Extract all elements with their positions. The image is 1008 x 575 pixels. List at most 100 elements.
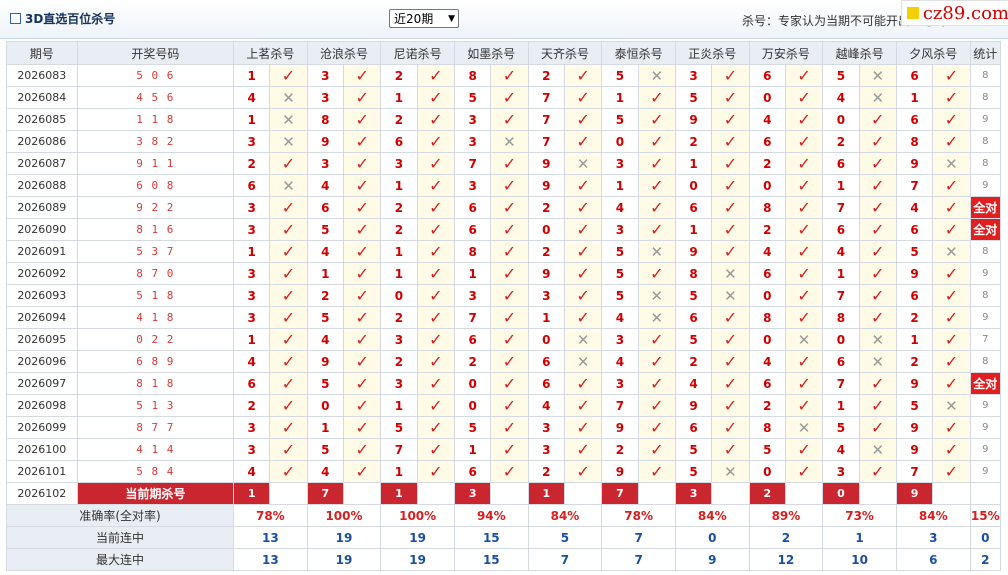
title-square-icon xyxy=(10,13,21,24)
result-cell: ✓ xyxy=(784,86,824,109)
check-icon: ✓ xyxy=(281,286,296,305)
col-header-expert: 如墨杀号 xyxy=(453,41,529,65)
kill-number-cell: 3 xyxy=(527,438,565,461)
kill-number-cell: 5 xyxy=(306,438,344,461)
check-icon: ✓ xyxy=(281,418,296,437)
check-icon: ✓ xyxy=(502,220,517,239)
result-cell: ✕ xyxy=(490,130,529,153)
result-cell: ✓ xyxy=(637,438,676,461)
col-header-expert: 越峰杀号 xyxy=(822,41,897,65)
check-icon: ✓ xyxy=(502,88,517,107)
check-icon: ✓ xyxy=(797,132,811,151)
result-cell: ✓ xyxy=(490,284,529,307)
result-cell: ✕ xyxy=(563,328,603,351)
table-row: 2026093 5 1 8 3 ✓ 2 ✓ 0 ✓ 3 ✓ 3 ✓ 5 ✕ 5 ✕ 0 ✓ 7 ✓ 6 ✓ 8 xyxy=(6,284,1002,307)
check-icon: ✓ xyxy=(355,66,369,85)
check-icon: ✓ xyxy=(281,308,296,327)
kill-number-cell: 2 xyxy=(527,64,565,87)
check-icon: ✓ xyxy=(723,154,738,173)
check-icon: ✓ xyxy=(797,462,811,481)
period-cell: 2026098 xyxy=(6,394,78,417)
check-icon: ✓ xyxy=(576,132,590,151)
result-cell: ✓ xyxy=(858,218,897,241)
result-cell: ✓ xyxy=(637,174,676,197)
check-icon: ✓ xyxy=(871,462,885,481)
kill-number-cell: 2 xyxy=(233,152,271,175)
check-icon: ✓ xyxy=(355,352,369,371)
kill-number-cell: 8 xyxy=(453,64,492,87)
kill-number-cell: 0 xyxy=(748,460,786,483)
kill-number-cell: 4 xyxy=(822,240,860,263)
current-kill-number: 2 xyxy=(748,482,786,505)
result-cell: ✓ xyxy=(342,372,382,395)
draw-number-cell: 5 3 7 xyxy=(76,240,235,263)
result-cell: ✓ xyxy=(637,262,676,285)
result-cell: ✓ xyxy=(711,108,750,131)
draw-number-cell: 1 1 8 xyxy=(76,108,235,131)
check-icon: ✓ xyxy=(576,396,590,415)
accuracy-row-value: 89% xyxy=(748,504,824,527)
site-logo[interactable]: cz89.com xyxy=(901,0,1008,26)
result-cell: ✓ xyxy=(784,306,824,329)
current-kill-number: 1 xyxy=(527,482,565,505)
check-icon: ✓ xyxy=(429,242,443,261)
check-icon: ✓ xyxy=(429,154,443,173)
cross-icon: ✕ xyxy=(724,463,737,481)
kill-number-cell: 9 xyxy=(674,394,713,417)
check-icon: ✓ xyxy=(871,110,885,129)
period-range-select[interactable]: 近20期 ▼ xyxy=(389,9,459,28)
cross-icon: ✕ xyxy=(576,155,590,173)
result-cell: ✓ xyxy=(269,262,308,285)
table-row: 2026100 4 1 4 3 ✓ 5 ✓ 7 ✓ 1 ✓ 3 ✓ 2 ✓ 5 ✓ 5 ✓ 4 ✕ 9 ✓ 9 xyxy=(6,438,1002,461)
result-cell: ✓ xyxy=(932,218,971,241)
kill-number-cell: 4 xyxy=(233,350,271,373)
kill-number-cell: 1 xyxy=(822,174,860,197)
result-cell: ✓ xyxy=(416,328,455,351)
kill-number-cell: 6 xyxy=(233,174,271,197)
kill-number-cell: 0 xyxy=(674,174,713,197)
kill-number-cell: 4 xyxy=(822,438,860,461)
current-streak-row-value: 19 xyxy=(306,526,382,549)
check-icon: ✓ xyxy=(871,154,885,173)
result-cell: ✕ xyxy=(858,438,897,461)
table-row: 2026090 8 1 6 3 ✓ 5 ✓ 2 ✓ 6 ✓ 0 ✓ 3 ✓ 1 ✓ 2 ✓ 6 ✓ 6 ✓ 全对 xyxy=(6,218,1002,241)
kill-number-cell: 0 xyxy=(453,394,492,417)
result-cell: ✓ xyxy=(563,438,603,461)
period-cell: 2026096 xyxy=(6,350,78,373)
check-icon: ✓ xyxy=(944,132,959,151)
kill-number-cell: 4 xyxy=(895,196,934,219)
cross-icon: ✕ xyxy=(724,287,737,305)
col-header-expert: 沧浪杀号 xyxy=(306,41,382,65)
kill-number-cell: 1 xyxy=(306,262,344,285)
max-streak-row-value: 13 xyxy=(233,548,308,571)
kill-number-cell: 6 xyxy=(822,350,860,373)
kill-number-cell: 1 xyxy=(674,152,713,175)
period-range-value: 近20期 xyxy=(394,12,434,26)
result-cell: ✕ xyxy=(637,240,676,263)
kill-number-cell: 2 xyxy=(380,196,418,219)
kill-number-cell: 3 xyxy=(380,152,418,175)
col-header-expert: 夕风杀号 xyxy=(895,41,971,65)
result-cell: ✓ xyxy=(563,240,603,263)
result-cell: ✕ xyxy=(932,240,971,263)
accuracy-row: 准确率(全对率) 78% 100% 100% 94% 84% 78% 84% 89% 73% 84%… xyxy=(5,504,1002,527)
cross-icon: ✕ xyxy=(576,353,590,371)
result-cell: ✓ xyxy=(711,218,750,241)
cross-icon: ✕ xyxy=(282,133,295,151)
kill-number-cell: 3 xyxy=(453,108,492,131)
kill-number-cell: 5 xyxy=(453,86,492,109)
check-icon: ✓ xyxy=(576,110,590,129)
kill-number-cell: 9 xyxy=(895,372,934,395)
check-icon: ✓ xyxy=(871,242,885,261)
result-cell: ✓ xyxy=(342,284,382,307)
kill-number-cell: 2 xyxy=(895,350,934,373)
result-cell: ✓ xyxy=(932,86,971,109)
check-icon: ✓ xyxy=(797,264,811,283)
result-cell: ✓ xyxy=(416,350,455,373)
kill-number-cell: 6 xyxy=(453,328,492,351)
kill-number-cell: 9 xyxy=(895,416,934,439)
result-cell: ✓ xyxy=(416,416,455,439)
result-cell: ✕ xyxy=(637,64,676,87)
check-icon: ✓ xyxy=(429,418,443,437)
result-cell: ✓ xyxy=(490,64,529,87)
